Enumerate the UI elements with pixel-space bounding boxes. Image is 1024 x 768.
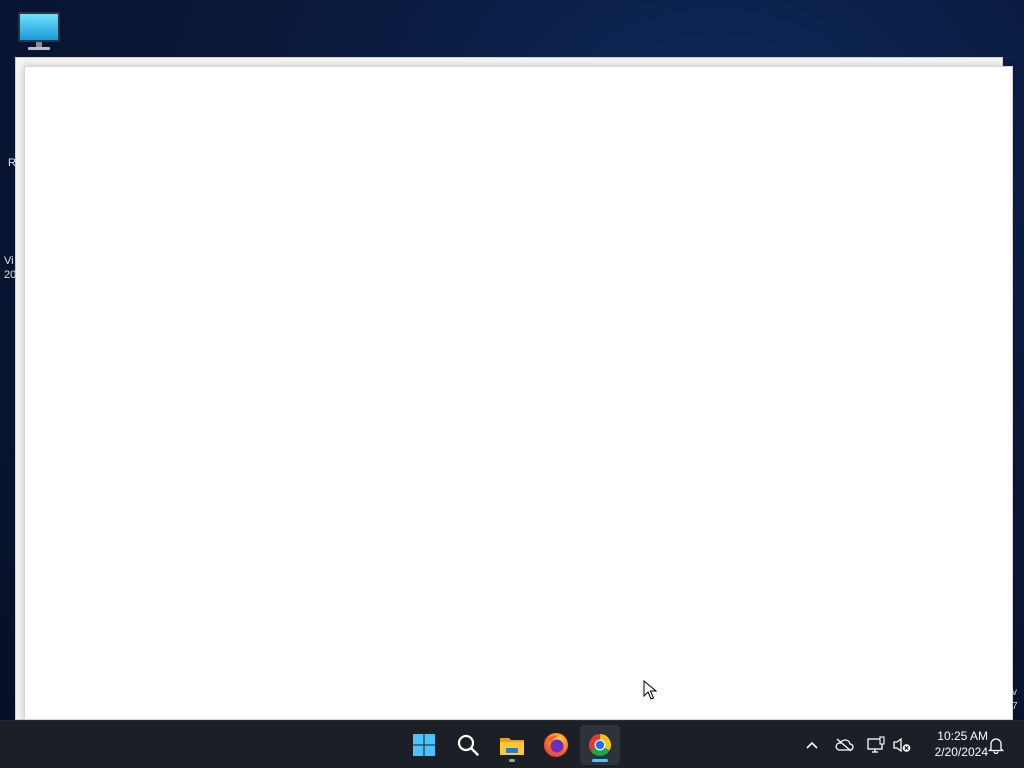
folder-icon: [500, 738, 524, 755]
windows-logo-icon: [413, 734, 435, 756]
running-indicator: [509, 759, 515, 762]
notification-bell-icon: [987, 738, 1005, 754]
firefox-button[interactable]: [536, 725, 576, 765]
onedrive-offline-icon: [835, 738, 854, 752]
search-button[interactable]: [448, 725, 488, 765]
clock-time: 10:25 AM: [937, 729, 988, 743]
start-button[interactable]: [404, 725, 444, 765]
desktop-icon-this-pc[interactable]: [16, 10, 62, 52]
onedrive-tray-button[interactable]: [832, 733, 856, 757]
taskbar: 10:25 AM 2/20/2024: [0, 720, 1024, 768]
file-explorer-button[interactable]: [492, 725, 532, 765]
firefox-icon: [544, 733, 568, 757]
notifications-button[interactable]: [984, 733, 1008, 757]
active-indicator: [592, 759, 608, 762]
desktop: R Vi 20 v 7: [0, 0, 1024, 720]
network-tray-button[interactable]: [864, 733, 888, 757]
clock-date: 2/20/2024: [934, 745, 988, 759]
volume-muted-icon: [893, 737, 911, 753]
monitor-icon: [18, 12, 60, 50]
show-hidden-icons-button[interactable]: [800, 733, 824, 757]
search-icon: [457, 734, 479, 756]
foreground-window[interactable]: [24, 66, 1013, 720]
mouse-cursor-icon: [643, 680, 657, 700]
network-icon: [867, 736, 885, 753]
volume-tray-button[interactable]: [890, 733, 914, 757]
chevron-up-icon: [806, 741, 818, 749]
system-clock[interactable]: 10:25 AM 2/20/2024: [918, 728, 988, 760]
chrome-icon: [588, 734, 612, 757]
chrome-button[interactable]: [580, 725, 620, 765]
